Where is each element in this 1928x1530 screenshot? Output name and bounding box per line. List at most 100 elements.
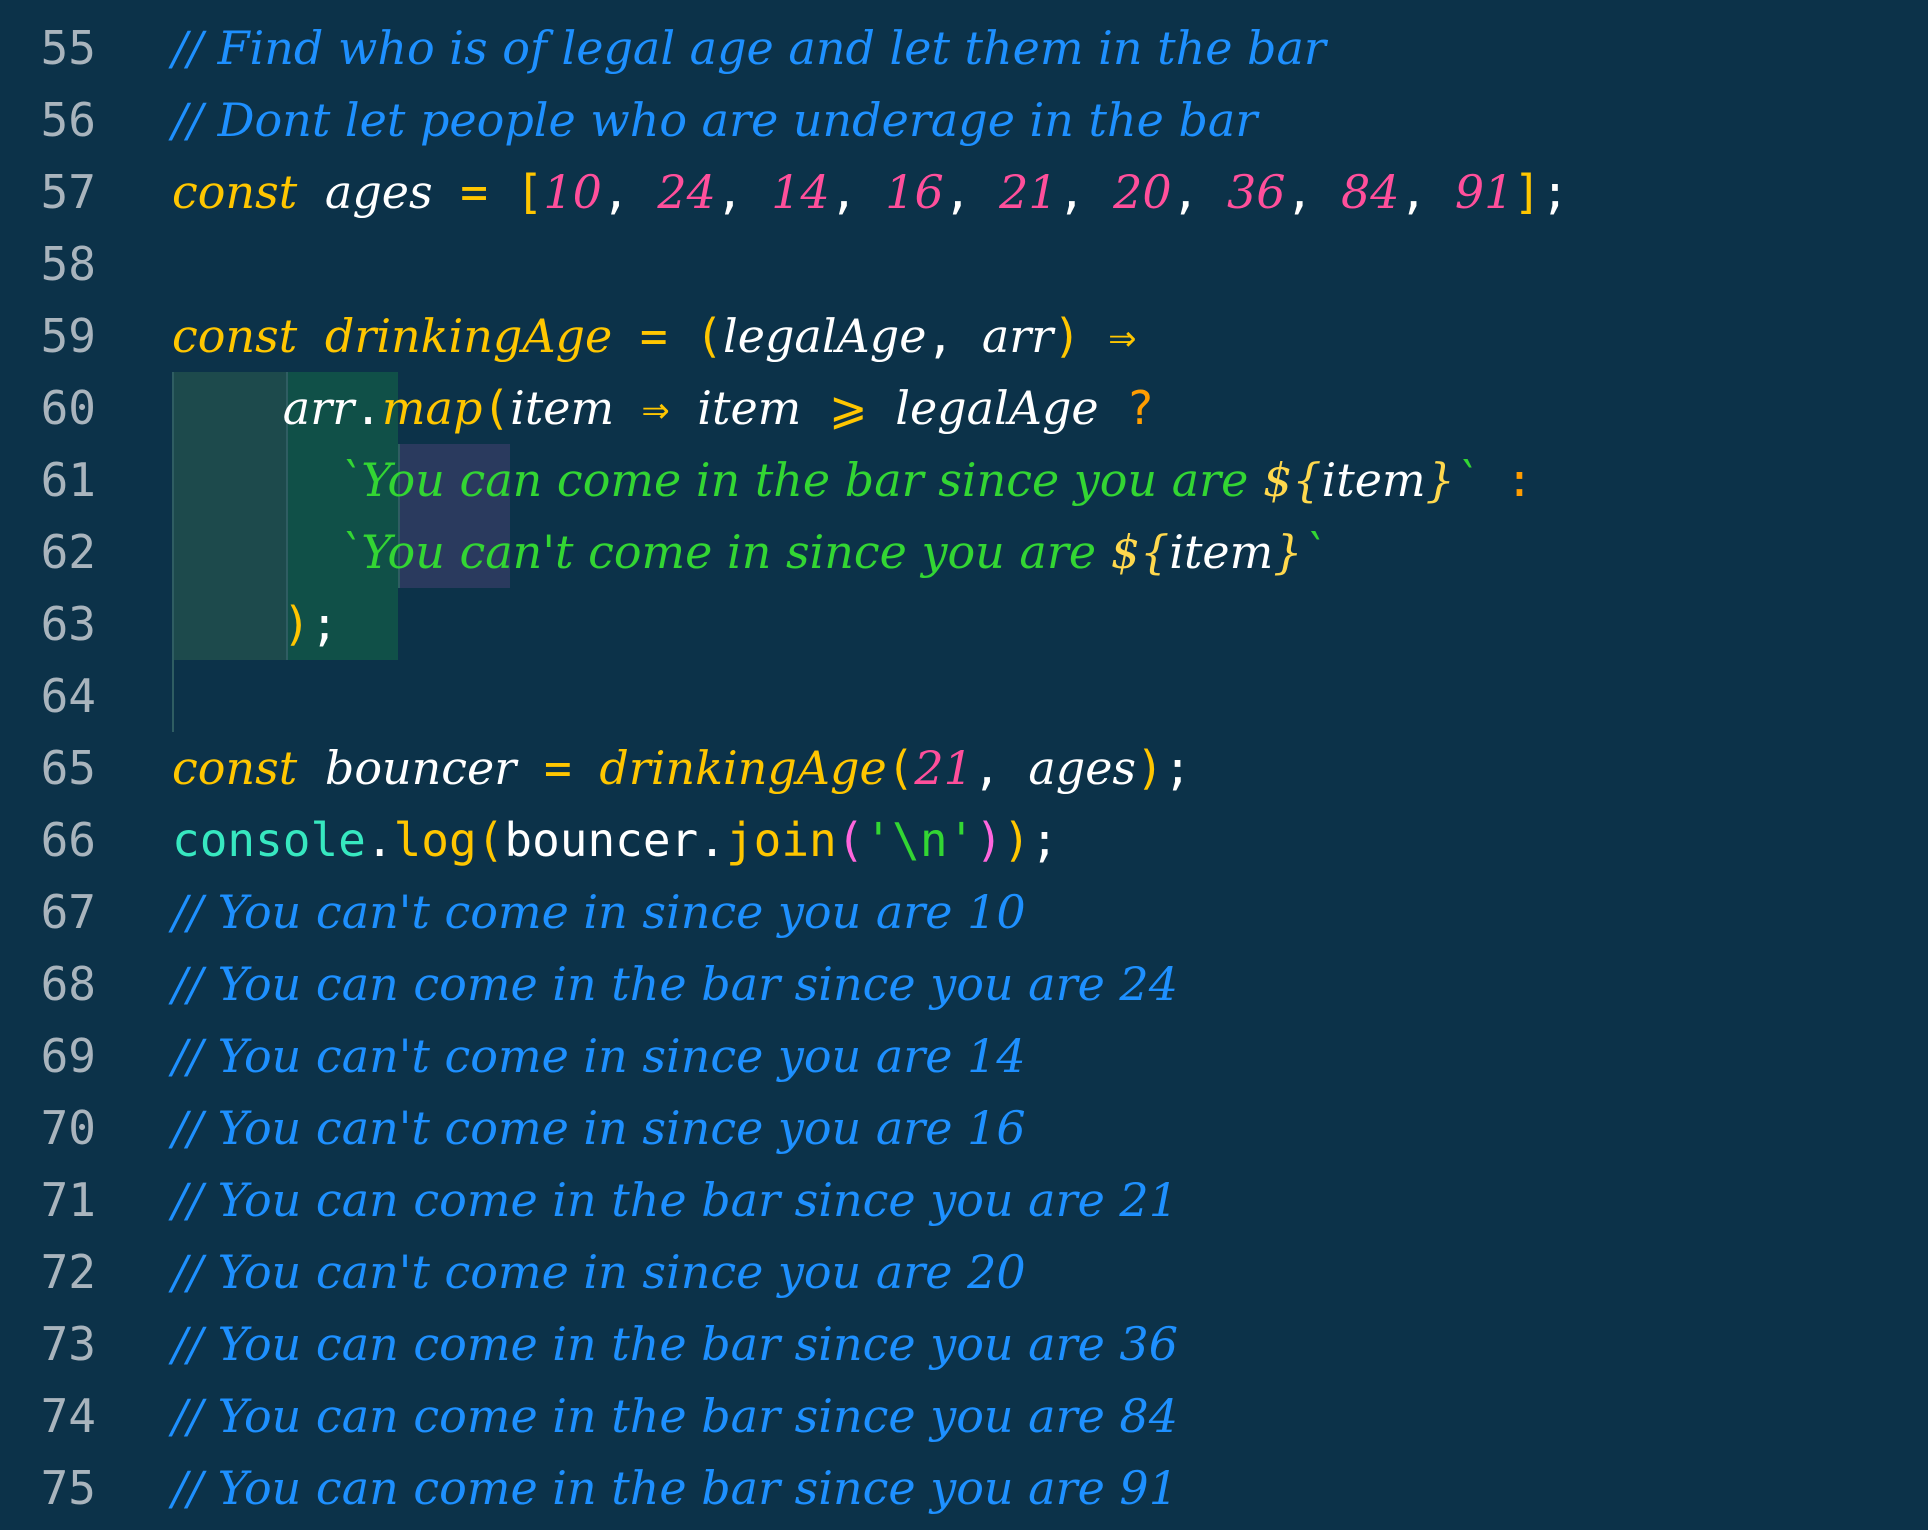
- code-token-identifier: ;: [310, 597, 339, 651]
- code-token-comment: // You can come in the bar since you are…: [172, 1317, 1178, 1371]
- code-line[interactable]: 59 const drinkingAge = (legalAge, arr) ⇒: [0, 300, 1928, 372]
- code-token-keyword: ): [1136, 741, 1164, 795]
- line-code: // You can't come in since you are 20: [172, 1236, 1026, 1308]
- code-token-comment: // You can't come in since you are 10: [172, 885, 1026, 939]
- line-number: 68: [40, 957, 96, 1011]
- code-token-function: drinkingAge: [599, 741, 887, 795]
- line-number: 59: [40, 309, 96, 363]
- line-number: 74: [40, 1389, 96, 1443]
- code-token-identifier: [297, 309, 325, 363]
- code-line[interactable]: 74 // You can come in the bar since you a…: [0, 1380, 1928, 1452]
- line-number: 71: [40, 1173, 96, 1227]
- code-line[interactable]: 70 // You can't come in since you are 16: [0, 1092, 1928, 1164]
- code-line[interactable]: 58: [0, 228, 1928, 300]
- code-token-function: drinkingAge: [324, 309, 613, 363]
- code-token-identifier: item: [510, 381, 615, 435]
- code-token-identifier: ,: [972, 741, 1029, 795]
- code-token-operator: =: [516, 741, 600, 795]
- code-token-keyword: const: [172, 309, 298, 363]
- line-number: 63: [40, 597, 96, 651]
- code-token-string: `You can come in the bar since you are: [338, 453, 1263, 507]
- code-token-ternary: :: [1477, 453, 1534, 507]
- code-token-identifier: ,: [1171, 165, 1228, 219]
- code-line[interactable]: 61 `You can come in the bar since you are…: [0, 444, 1928, 516]
- code-token-keyword: (: [695, 309, 724, 363]
- code-line[interactable]: 64: [0, 660, 1928, 732]
- code-token-number: 84: [1340, 165, 1400, 219]
- line-code: // Find who is of legal age and let them…: [172, 12, 1326, 84]
- code-token-number: 10: [543, 165, 602, 219]
- code-line[interactable]: 60 arr.map(item ⇒ item ⩾ legalAge ?: [0, 372, 1928, 444]
- code-token-number: 14: [771, 165, 830, 219]
- line-code: console.log(bouncer.join('\n'));: [172, 804, 1058, 876]
- code-token-comment: // You can come in the bar since you are…: [172, 1173, 1178, 1227]
- code-token-identifier: .: [365, 813, 394, 867]
- code-token-identifier: ,: [829, 165, 886, 219]
- code-line[interactable]: 67 // You can't come in since you are 10: [0, 876, 1928, 948]
- code-line[interactable]: 55 // Find who is of legal age and let th…: [0, 12, 1928, 84]
- code-line[interactable]: 57 const ages = [10, 24, 14, 16, 21, 20, …: [0, 156, 1928, 228]
- code-editor[interactable]: 55 // Find who is of legal age and let th…: [0, 0, 1928, 1530]
- code-token-identifier: ages: [324, 165, 433, 219]
- code-line[interactable]: 73 // You can come in the bar since you a…: [0, 1308, 1928, 1380]
- line-code: // You can't come in since you are 14: [172, 1020, 1026, 1092]
- code-token-identifier: .: [354, 381, 382, 435]
- line-code: // You can come in the bar since you are…: [172, 1452, 1178, 1524]
- line-code: const drinkingAge = (legalAge, arr) ⇒: [172, 300, 1136, 372]
- code-line[interactable]: 71 // You can come in the bar since you a…: [0, 1164, 1928, 1236]
- code-token-operator: ⇒: [614, 381, 698, 435]
- line-number: 58: [40, 237, 96, 291]
- line-code: const ages = [10, 24, 14, 16, 21, 20, 36…: [172, 156, 1569, 228]
- line-code: // You can't come in since you are 16: [172, 1092, 1026, 1164]
- line-code: arr.map(item ⇒ item ⩾ legalAge ?: [283, 372, 1154, 444]
- code-token-bracket_pink: (: [836, 813, 865, 867]
- code-token-comment: // You can come in the bar since you are…: [172, 1461, 1178, 1515]
- code-line[interactable]: 63);: [0, 588, 1928, 660]
- line-code: // You can come in the bar since you are…: [172, 1164, 1178, 1236]
- code-token-comment: // You can come in the bar since you are…: [172, 957, 1178, 1011]
- code-token-keyword: (: [482, 381, 511, 435]
- code-token-identifier: arr: [282, 381, 355, 435]
- code-token-identifier: ,: [1057, 165, 1114, 219]
- code-token-number: 91: [1454, 165, 1514, 219]
- line-code: // You can come in the bar since you are…: [172, 948, 1178, 1020]
- line-number: 56: [40, 93, 96, 147]
- code-token-identifier: ,: [1285, 165, 1341, 219]
- code-token-keyword: [: [515, 165, 544, 219]
- code-token-comment: // You can't come in since you are 20: [172, 1245, 1026, 1299]
- line-number: 61: [40, 453, 96, 507]
- code-token-string: `: [1302, 525, 1326, 579]
- code-token-comment: // Find who is of legal age and let them…: [172, 21, 1326, 75]
- code-token-comment: // Dont let people who are underage in t…: [172, 93, 1258, 147]
- code-token-keyword: (: [476, 813, 505, 867]
- code-line[interactable]: 65 const bouncer = drinkingAge(21, ages);: [0, 732, 1928, 804]
- code-token-string: `: [1454, 453, 1478, 507]
- line-number: 70: [40, 1101, 96, 1155]
- code-token-operator: =: [432, 165, 516, 219]
- code-line[interactable]: 75 // You can come in the bar since you a…: [0, 1452, 1928, 1524]
- code-token-template_var: ${: [1110, 525, 1170, 579]
- code-token-identifier: ;: [1163, 741, 1192, 795]
- line-number: 55: [40, 21, 96, 75]
- code-token-identifier: item: [1169, 525, 1274, 579]
- code-token-comment: // You can't come in since you are 16: [172, 1101, 1026, 1155]
- code-line[interactable]: 66 console.log(bouncer.join('\n'));: [0, 804, 1928, 876]
- code-line[interactable]: 68 // You can come in the bar since you a…: [0, 948, 1928, 1020]
- code-line[interactable]: 72 // You can't come in since you are 20: [0, 1236, 1928, 1308]
- code-token-identifier: bouncer: [504, 813, 699, 867]
- code-token-keyword: const: [172, 165, 298, 219]
- code-token-identifier: [297, 741, 325, 795]
- line-number: 57: [40, 165, 96, 219]
- code-line[interactable]: 69 // You can't come in since you are 14: [0, 1020, 1928, 1092]
- code-line[interactable]: 62 `You can't come in since you are ${ite…: [0, 516, 1928, 588]
- code-token-identifier: .: [698, 813, 726, 867]
- code-token-template_var: ${: [1263, 453, 1322, 507]
- code-token-keyword: (: [886, 741, 915, 795]
- code-token-keyword: const: [172, 741, 298, 795]
- code-line[interactable]: 56 // Dont let people who are underage in…: [0, 84, 1928, 156]
- code-token-console: console: [172, 813, 366, 867]
- line-number: 69: [40, 1029, 96, 1083]
- line-code: );: [283, 588, 338, 660]
- line-code: // You can come in the bar since you are…: [172, 1308, 1178, 1380]
- line-number: 72: [40, 1245, 96, 1299]
